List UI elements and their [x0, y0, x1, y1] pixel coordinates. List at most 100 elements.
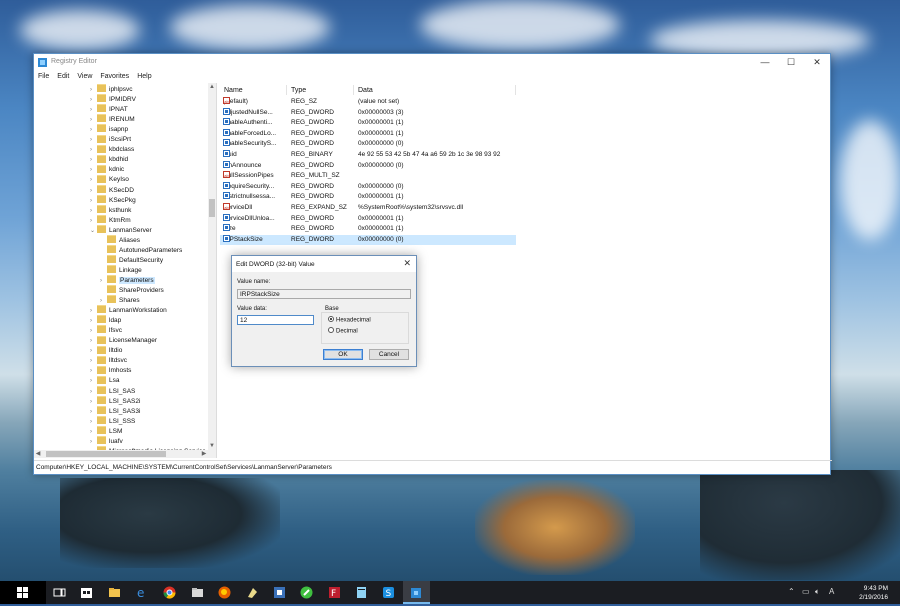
tree-node[interactable]: ⌄ LanmanServer: [90, 224, 152, 236]
chevron-right-icon[interactable]: ›: [90, 155, 97, 165]
chevron-down-icon[interactable]: ⌄: [90, 226, 97, 236]
chevron-right-icon[interactable]: ›: [90, 175, 97, 185]
chevron-right-icon[interactable]: ›: [90, 135, 97, 145]
firefox-icon[interactable]: [218, 586, 231, 599]
tree-node[interactable]: › lltdio: [90, 345, 122, 356]
chevron-right-icon[interactable]: ›: [90, 196, 97, 206]
chevron-right-icon[interactable]: ›: [90, 437, 97, 447]
task-view-icon[interactable]: [53, 586, 66, 599]
decimal-radio[interactable]: Decimal: [328, 327, 358, 335]
chevron-right-icon[interactable]: ›: [90, 85, 97, 95]
value-row[interactable]: EnableAuthenti... REG_DWORD 0x00000001 (1): [220, 118, 516, 128]
maximize-button[interactable]: ☐: [778, 54, 804, 71]
value-row[interactable]: LmAnnounce REG_DWORD 0x00000000 (0): [220, 160, 516, 171]
chevron-right-icon[interactable]: ›: [90, 105, 97, 115]
chevron-right-icon[interactable]: ›: [90, 306, 97, 316]
tree-node[interactable]: › lfsvc: [90, 325, 122, 336]
chevron-right-icon[interactable]: ›: [90, 145, 97, 155]
tree-scroll-thumb[interactable]: [209, 199, 215, 217]
chevron-right-icon[interactable]: ›: [90, 397, 97, 407]
chevron-right-icon[interactable]: ›: [90, 376, 97, 386]
value-row[interactable]: EnableSecurityS... REG_DWORD 0x00000000 (0…: [220, 139, 516, 149]
registry-key-tree[interactable]: › iphlpsvc › IPMIDRV › IPNAT › IRENUM › isapnp › iS…: [34, 83, 217, 458]
start-button[interactable]: [0, 581, 46, 604]
chevron-right-icon[interactable]: ›: [90, 346, 97, 356]
notes-app-icon[interactable]: [355, 586, 368, 599]
value-row[interactable]: ab (Default) REG_SZ (value not set): [220, 97, 516, 107]
value-row[interactable]: AdjustedNullSe... REG_DWORD 0x00000003 (3): [220, 107, 516, 118]
chevron-right-icon[interactable]: ›: [100, 276, 107, 286]
chevron-right-icon[interactable]: ›: [90, 366, 97, 376]
column-header-name[interactable]: Name: [224, 85, 243, 96]
tree-node[interactable]: › isapnp: [90, 124, 128, 135]
volume-icon[interactable]: 🔈︎: [815, 587, 820, 597]
network-icon[interactable]: ▭: [802, 587, 810, 596]
chevron-right-icon[interactable]: ›: [90, 387, 97, 397]
chevron-up-icon[interactable]: ⌃: [788, 587, 795, 596]
dialog-close-icon[interactable]: ✕: [403, 258, 411, 269]
chevron-right-icon[interactable]: ›: [90, 165, 97, 175]
chevron-right-icon[interactable]: ›: [90, 206, 97, 216]
chevron-right-icon[interactable]: ›: [90, 417, 97, 427]
tree-node[interactable]: › lltdsvc: [90, 355, 127, 366]
tree-vertical-scrollbar[interactable]: ▲ ▼: [208, 83, 216, 458]
menu-favorites[interactable]: Favorites: [96, 71, 133, 83]
edge-browser-icon[interactable]: e: [136, 586, 149, 599]
value-row[interactable]: Guid REG_BINARY 4e 92 55 53 42 5b 47 4a a6…: [220, 150, 516, 160]
value-row[interactable]: ab ServiceDll REG_EXPAND_SZ %SystemRoot%\sy…: [220, 203, 516, 213]
value-row[interactable]: IRPStackSize REG_DWORD 0x00000000 (0): [220, 234, 516, 245]
chevron-right-icon[interactable]: ›: [90, 427, 97, 437]
scroll-up-arrow-icon[interactable]: ▲: [208, 83, 216, 91]
close-button[interactable]: ✕: [804, 54, 830, 71]
value-row[interactable]: Size REG_DWORD 0x00000001 (1): [220, 224, 516, 234]
registry-editor-taskbar-button[interactable]: [403, 581, 430, 604]
chevron-right-icon[interactable]: ›: [90, 316, 97, 326]
column-header-type[interactable]: Type: [291, 85, 306, 96]
value-row[interactable]: ab NullSessionPipes REG_MULTI_SZ: [220, 171, 516, 181]
chevron-right-icon[interactable]: ›: [90, 95, 97, 105]
chevron-right-icon[interactable]: ›: [90, 186, 97, 196]
minimize-button[interactable]: —: [752, 54, 778, 71]
scroll-down-arrow-icon[interactable]: ▼: [208, 442, 216, 450]
tree-node[interactable]: › kdnic: [90, 164, 124, 175]
chevron-right-icon[interactable]: ›: [90, 356, 97, 366]
value-row[interactable]: ServiceDllUnloa... REG_DWORD 0x00000001 (1…: [220, 213, 516, 224]
menu-view[interactable]: View: [73, 71, 96, 83]
ok-button[interactable]: OK: [323, 349, 363, 360]
tree-node[interactable]: › luafv: [90, 436, 123, 447]
chevron-right-icon[interactable]: ›: [90, 115, 97, 125]
value-data-input[interactable]: 12: [237, 315, 314, 325]
tree-node[interactable]: › KeyIso: [90, 174, 129, 185]
chevron-right-icon[interactable]: ›: [90, 407, 97, 417]
skype-icon[interactable]: S: [382, 586, 395, 599]
value-row[interactable]: RequireSecurity... REG_DWORD 0x00000000 (0…: [220, 181, 516, 192]
file-explorer-icon[interactable]: [108, 586, 121, 599]
image-editor-icon[interactable]: [273, 586, 286, 599]
value-row[interactable]: restrictnullsessa... REG_DWORD 0x00000001 …: [220, 192, 516, 202]
tree-horizontal-scrollbar[interactable]: ◀ ▶: [34, 450, 216, 458]
system-clock[interactable]: 9:43 PM 2/19/2016: [859, 584, 888, 602]
chevron-right-icon[interactable]: ›: [90, 326, 97, 336]
scroll-right-arrow-icon[interactable]: ▶: [200, 450, 208, 458]
folder-shortcut-icon[interactable]: [191, 586, 204, 599]
tree-node[interactable]: Aliases: [100, 235, 140, 246]
tree-node[interactable]: › IPNAT: [90, 104, 128, 115]
ftp-client-icon[interactable]: [246, 586, 259, 599]
store-icon[interactable]: [80, 586, 93, 599]
hexadecimal-radio[interactable]: Hexadecimal: [328, 316, 371, 324]
filezilla-icon[interactable]: F: [328, 586, 341, 599]
input-language-indicator[interactable]: A: [829, 587, 834, 596]
chevron-right-icon[interactable]: ›: [90, 125, 97, 135]
chevron-right-icon[interactable]: ›: [90, 216, 97, 226]
tree-node[interactable]: › kbdhid: [90, 154, 128, 165]
menu-file[interactable]: File: [34, 71, 53, 83]
column-header-data[interactable]: Data: [358, 85, 373, 96]
scroll-left-arrow-icon[interactable]: ◀: [34, 450, 42, 458]
menu-edit[interactable]: Edit: [53, 71, 73, 83]
chevron-right-icon[interactable]: ›: [90, 336, 97, 346]
cancel-button[interactable]: Cancel: [369, 349, 409, 360]
chrome-icon[interactable]: [163, 586, 176, 599]
menu-help[interactable]: Help: [133, 71, 155, 83]
value-row[interactable]: EnableForcedLo... REG_DWORD 0x00000001 (1): [220, 128, 516, 139]
tree-hscroll-thumb[interactable]: [46, 451, 166, 457]
